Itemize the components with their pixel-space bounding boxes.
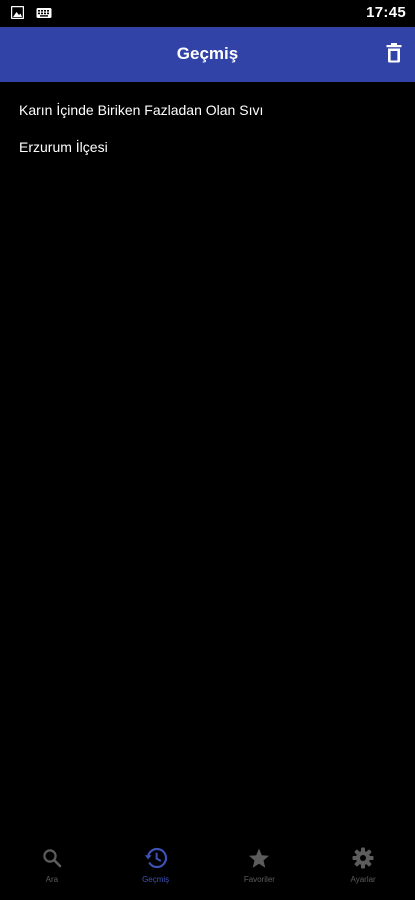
- history-list: Karın İçinde Biriken Fazladan Olan Sıvı …: [0, 82, 415, 165]
- trash-icon: [386, 42, 402, 68]
- search-icon: [40, 846, 64, 870]
- star-icon: [247, 846, 271, 870]
- keyboard-icon: [36, 6, 52, 24]
- page-title: Geçmiş: [176, 44, 239, 63]
- nav-item-history[interactable]: Geçmiş: [104, 844, 208, 900]
- bottom-nav: Ara Geçmiş Favoriler Ayarlar: [0, 844, 415, 900]
- gear-icon: [351, 846, 375, 870]
- list-item[interactable]: Karın İçinde Biriken Fazladan Olan Sıvı: [0, 91, 415, 128]
- nav-label: Favoriler: [243, 875, 275, 884]
- status-icons: [10, 5, 52, 24]
- nav-label: Ayarlar: [350, 875, 376, 884]
- history-icon: [144, 846, 168, 870]
- nav-item-settings[interactable]: Ayarlar: [311, 844, 415, 900]
- status-time: 17:45: [366, 4, 406, 21]
- nav-item-search[interactable]: Ara: [0, 844, 104, 900]
- status-bar: 17:45: [0, 0, 415, 27]
- image-icon: [10, 5, 25, 24]
- clear-history-button[interactable]: [381, 42, 407, 68]
- nav-label: Ara: [45, 875, 59, 884]
- list-item[interactable]: Erzurum İlçesi: [0, 128, 415, 165]
- nav-label: Geçmiş: [142, 875, 170, 884]
- app-bar: Geçmiş: [0, 27, 415, 82]
- nav-item-favorites[interactable]: Favoriler: [208, 844, 312, 900]
